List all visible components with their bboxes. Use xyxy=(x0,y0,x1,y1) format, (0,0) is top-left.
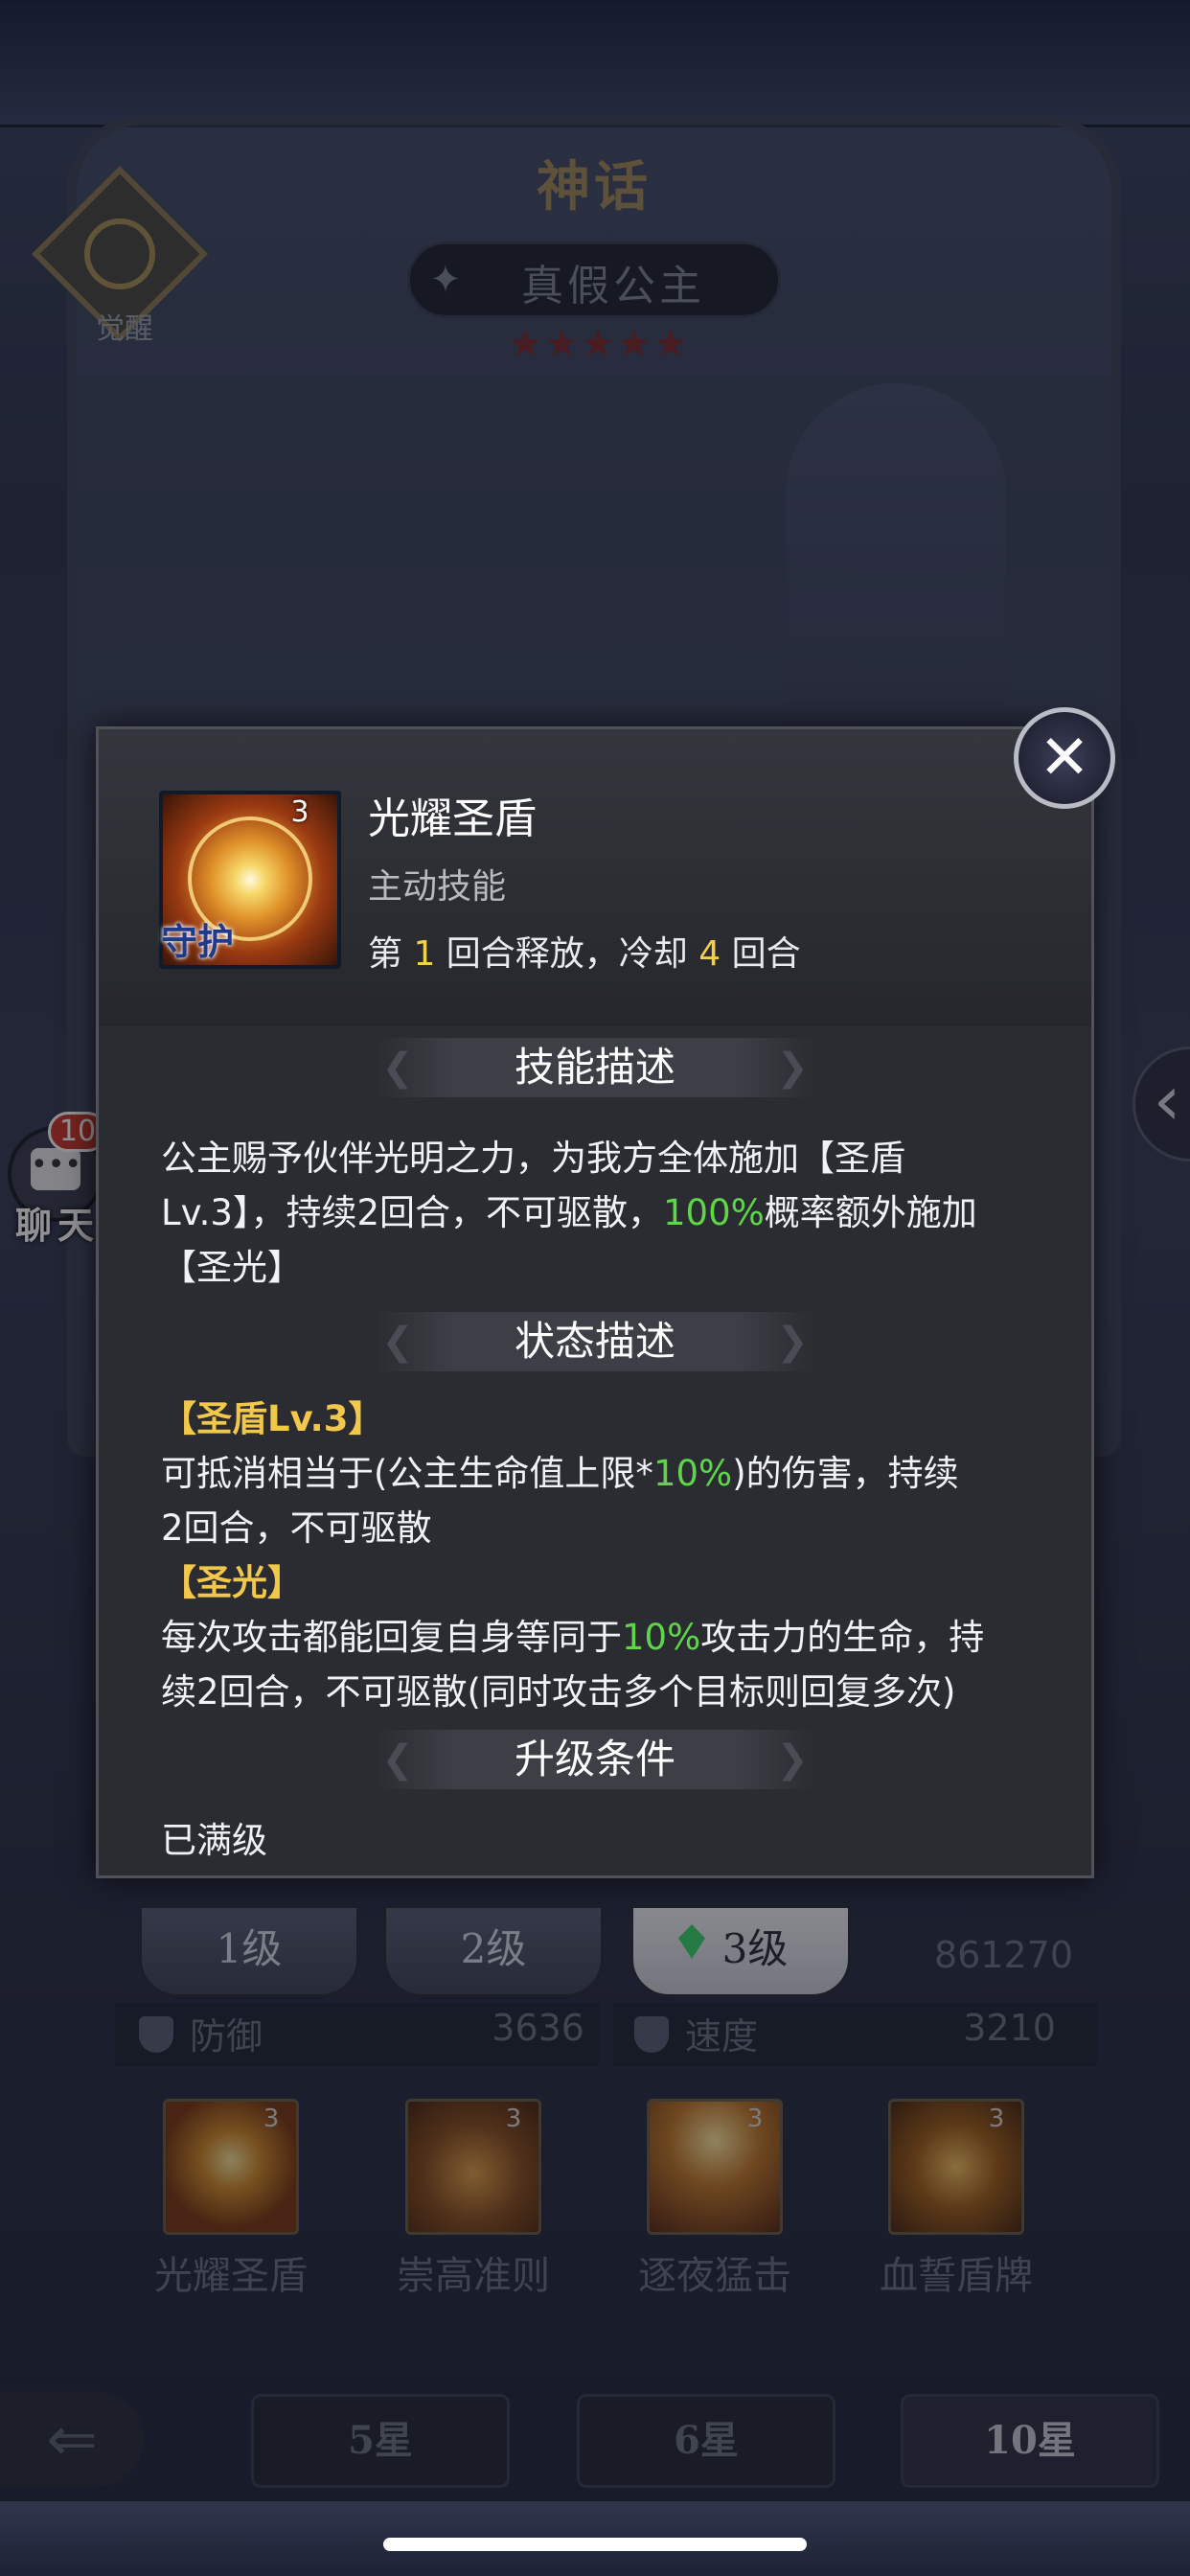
skill-timing: 第 1 回合释放，冷却 4 回合 xyxy=(368,934,801,974)
skill-icon-tag: 守护 xyxy=(161,920,235,963)
skill-icon-level: 3 xyxy=(290,795,309,829)
skill-title: 光耀圣盾 xyxy=(368,794,537,843)
section-title-skill-desc: 技能描述 xyxy=(514,1044,675,1091)
section-title-upgrade: 升级条件 xyxy=(514,1736,675,1782)
skill-type: 主动技能 xyxy=(368,867,507,907)
upgrade-status: 已满级 xyxy=(161,1820,267,1861)
cooldown-turns: 4 xyxy=(698,934,721,974)
section-title-status-desc: 状态描述 xyxy=(514,1318,675,1365)
release-turn: 1 xyxy=(413,934,436,974)
home-indicator[interactable] xyxy=(383,2538,807,2551)
skill-description: 公主赐予伙伴光明之力，为我方全体施加【圣盾 Lv.3】，持续2回合，不可驱散，1… xyxy=(161,1138,977,1288)
close-icon: ✕ xyxy=(1039,723,1090,794)
status-description: 【圣盾Lv.3】 可抵消相当于(公主生命值上限*10%)的伤害，持续 2回合，不… xyxy=(161,1398,985,1713)
